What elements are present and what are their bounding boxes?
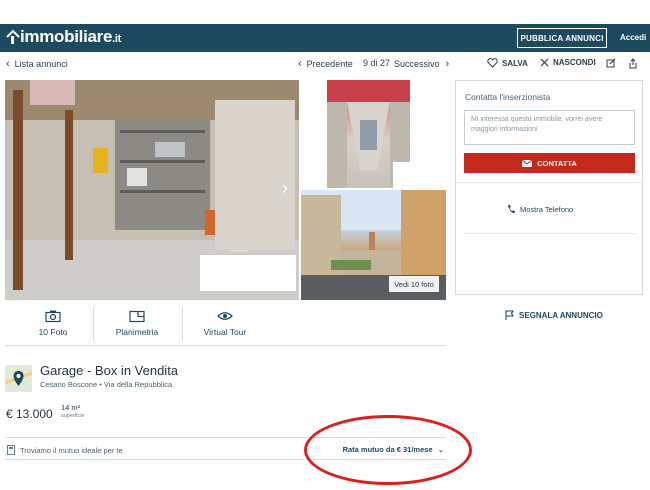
save-label: SALVA [502,58,528,68]
heart-icon [487,58,498,68]
highlight-circle [304,415,472,485]
phone-icon [508,205,515,214]
listing-counter: 9 di 27 [363,58,391,68]
share-icon [629,58,637,69]
divider [456,182,642,183]
close-icon [540,58,549,67]
contact-card-title: Contatta l'inserzionista [465,92,551,102]
divider [464,233,635,234]
house-logo-icon [6,29,20,44]
contact-card: Contatta l'inserzionista Mi interessa qu… [455,80,643,295]
envelope-icon [522,159,533,167]
hide-label: NASCONDI [553,58,596,67]
map-thumbnail[interactable] [5,365,32,392]
tab-photos[interactable]: 10 Foto [13,300,93,346]
tab-divider [182,307,183,341]
tab-virtual-tour[interactable]: Virtual Tour [185,300,265,346]
previous-listing-link[interactable]: ‹ Precedente [298,58,353,70]
tab-floorplan-label: Planimetria [115,327,159,337]
contact-button-label: CONTATTA [537,158,577,168]
floorplan-icon [129,310,145,323]
edit-note-button[interactable] [606,58,616,68]
message-textarea[interactable]: Mi interessa questo immobile, vorrei ave… [464,110,635,145]
logo-text: immobiliare [20,27,113,46]
logo-tld: .it [112,33,122,45]
media-tabs: 10 Foto Planimetria Virtual Tour [5,300,446,346]
next-label: Successivo [394,59,440,69]
edit-icon [606,58,616,68]
tab-divider [93,307,94,341]
listing-price: € 13.000 [6,407,53,421]
tab-photos-label: 10 Foto [38,327,68,337]
next-listing-link[interactable]: Successivo › [394,58,449,70]
report-listing-link[interactable]: SEGNALA ANNUNCIO [505,310,603,320]
back-to-list-label: Lista annunci [14,59,68,69]
flag-icon [505,310,514,320]
site-logo[interactable]: immobiliare .it [6,27,121,47]
save-button[interactable]: SALVA [487,58,528,68]
map-pin-icon [5,365,32,392]
mortgage-text: Troviamo il mutuo ideale per te [20,445,123,455]
chevron-left-icon: ‹ [298,58,302,70]
show-phone-link[interactable]: Mostra Telefono [507,204,573,214]
contact-button[interactable]: CONTATTA [464,153,635,173]
login-link[interactable]: Accedi [620,33,646,42]
hide-button[interactable]: NASCONDI [540,58,596,67]
redaction-block [393,162,417,188]
redaction-block [200,255,296,291]
surface-info: 14 m² superficie [61,404,85,420]
tab-floorplan[interactable]: Planimetria [97,300,177,346]
tab-virtual-tour-label: Virtual Tour [203,327,247,337]
chevron-left-icon: ‹ [6,58,10,70]
report-listing-label: SEGNALA ANNUNCIO [519,310,603,320]
surface-label: superficie [61,413,85,419]
mortgage-info: Troviamo il mutuo ideale per te [7,445,123,455]
listing-title: Garage - Box in Vendita [40,363,179,378]
previous-label: Precedente [306,59,353,69]
chevron-right-icon: › [445,58,450,70]
top-header: immobiliare .it PUBBLICA ANNUNCI Accedi [0,24,650,52]
eye-icon [217,312,233,320]
listing-location: Cesano Boscone • Via della Repubblica [40,380,173,389]
publish-ads-button[interactable]: PUBBLICA ANNUNCI [517,28,607,48]
see-all-photos-button[interactable]: Vedi 10 foto [389,276,439,292]
show-phone-label: Mostra Telefono [520,204,574,214]
calculator-icon [7,445,15,455]
camera-icon [45,310,61,323]
chevron-right-icon[interactable]: › [282,178,288,199]
share-button[interactable] [628,58,638,69]
surface-value: 14 m² [61,403,81,412]
back-to-list-link[interactable]: ‹ Lista annunci [6,58,68,70]
